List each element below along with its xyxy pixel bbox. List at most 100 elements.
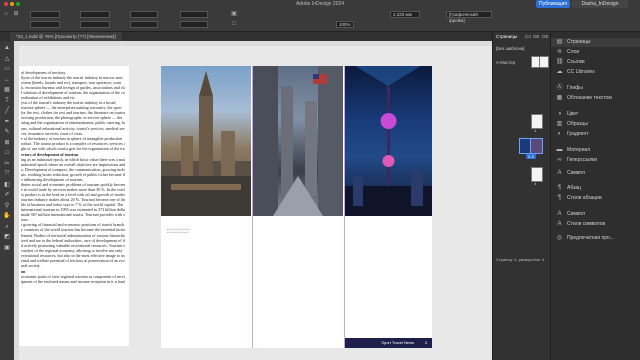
page-thumb-1[interactable] [531, 114, 543, 129]
page-thumb-4[interactable] [531, 167, 543, 182]
document-tab[interactable]: *24_1.indd @ 76% [Просмотр (??) [Увеличе… [10, 32, 122, 41]
rectangle-tool-icon[interactable]: □ [3, 150, 11, 157]
pasteboard[interactable]: of development of territory. ilysis of th… [19, 46, 492, 360]
direct-selection-tool-icon[interactable]: △ [3, 56, 11, 63]
master-a[interactable]: A-Мастер [496, 60, 515, 65]
stroke-swatch-icon[interactable]: □ [230, 21, 238, 28]
zoom-tool-icon[interactable]: ⌕ [3, 224, 11, 231]
text-page[interactable]: of development of territory. ilysis of th… [19, 66, 129, 346]
object-style-select[interactable]: [Графический фрейм] [446, 11, 492, 23]
page-spread[interactable]: ▪ ▪ ▪ ▪ ▪ ▪ ▪ ▪ ▪ ▪ ▪ ▪ ▪ ▪ ▪ ▪ ▪ ▪ ▪ ▪ … [161, 66, 432, 348]
pencil-tool-icon[interactable]: ✎ [3, 129, 11, 136]
paragraph-icon: ¶ [557, 185, 562, 191]
note-tool-icon[interactable]: ✐ [3, 192, 11, 199]
panel-item-layers[interactable]: ≋ Слои [551, 48, 640, 57]
selection-tool-icon[interactable]: ▲ [3, 45, 11, 52]
control-bar: ⌂ ⊞ ▣ □ 4,233 мм 100% [Графический фрейм… [0, 8, 640, 32]
master-thumb-right[interactable] [539, 56, 549, 68]
panel-item-label: Символ [567, 211, 586, 217]
panel-item-links[interactable]: ⛓ Ссылки [551, 58, 640, 67]
gap-tool-icon[interactable]: ↔ [3, 77, 11, 84]
panel-item-label: Цвет [567, 111, 579, 117]
tab-layers[interactable]: Сл [525, 34, 531, 39]
hand-tool-icon[interactable]: ✋ [3, 213, 11, 220]
panel-item-paragraph[interactable]: ¶ Абзац [551, 184, 640, 193]
panel-item-label: Страницы [567, 39, 591, 45]
photo-cathedral[interactable] [161, 66, 251, 216]
page-footer[interactable]: Sport Travel News 3 [345, 338, 432, 348]
city-street-illustration [253, 66, 343, 216]
panel-item-label: Предпечатная про... [567, 235, 614, 241]
rectangle-frame-tool-icon[interactable]: ⊠ [3, 140, 11, 147]
panel-item-character2[interactable]: A Символ [551, 210, 640, 219]
gradient-tool-icon[interactable]: ◧ [3, 182, 11, 189]
panel-item-label: Символ [567, 170, 586, 176]
tab-oe1[interactable]: ОЕ [533, 34, 540, 39]
character2-icon: A [557, 211, 562, 217]
tab-pages[interactable]: Страницы [496, 34, 517, 39]
panel-item-label: Гиперссылки [567, 157, 597, 163]
page-thumb-3[interactable] [530, 138, 543, 154]
shear-field[interactable] [180, 21, 208, 28]
text-line: e of the industry of tourism in sphere o… [21, 135, 123, 141]
rotation-field[interactable] [180, 11, 208, 18]
panel-item-material[interactable]: ▬ Материал [551, 146, 640, 155]
panel-item-character-styles[interactable]: A Стили символов [551, 220, 640, 229]
tv-tower-illustration [345, 66, 432, 216]
reference-point-icon[interactable]: ⊞ [12, 11, 20, 18]
column-guide [252, 66, 253, 348]
stroke-weight-field[interactable]: 4,233 мм [390, 11, 420, 18]
panel-item-color[interactable]: ◑ Цвет [551, 110, 640, 119]
page-tool-icon[interactable]: ▭ [3, 66, 11, 73]
caption-frame[interactable]: ▪ ▪ ▪ ▪ ▪ ▪ ▪ ▪ ▪ ▪ ▪ ▪ ▪ ▪ ▪ ▪ ▪ ▪ ▪ ▪ … [167, 228, 207, 234]
panel-item-glyphs[interactable]: Ⓐ Глифы [551, 84, 640, 93]
workspace-switcher[interactable]: Dasha_InDesign [572, 0, 628, 8]
panel-item-cc-libraries[interactable]: ☁ CC Libraries [551, 68, 640, 77]
cathedral-illustration [161, 71, 251, 216]
screen-mode-icon[interactable]: ▣ [3, 245, 11, 252]
photo-tv-tower[interactable] [345, 66, 432, 216]
fill-stroke-icon[interactable]: ◩ [3, 234, 11, 241]
pen-tool-icon[interactable]: ✒ [3, 119, 11, 126]
panel-item-hyperlinks[interactable]: ∞ Гиперссылки [551, 156, 640, 165]
tab-oe2[interactable]: ОЕ [542, 34, 549, 39]
text-frame[interactable]: of development of territory. ilysis of th… [21, 70, 125, 284]
panel-item-label: Ссылки [567, 59, 585, 65]
scissors-tool-icon[interactable]: ✂ [3, 161, 11, 168]
scale-x-field[interactable] [130, 11, 158, 18]
publish-button[interactable]: Публикация [536, 0, 570, 8]
type-tool-icon[interactable]: T [3, 98, 11, 105]
fill-swatch-icon[interactable]: ▣ [230, 11, 238, 18]
panel-item-text-wrap[interactable]: ▦ Обтекание текстом [551, 94, 640, 103]
width-field[interactable] [80, 11, 110, 18]
opacity-field[interactable]: 100% [336, 21, 354, 28]
scale-y-field[interactable] [130, 21, 158, 28]
home-icon[interactable]: ⌂ [2, 11, 10, 18]
paragraph-styles-icon: ¶ [557, 195, 562, 201]
panel-item-swatches[interactable]: ▥ Образцы [551, 120, 640, 129]
y-field[interactable] [30, 21, 60, 28]
eyedropper-tool-icon[interactable]: ⚲ [3, 203, 11, 210]
footer-title: Sport Travel News [381, 340, 414, 345]
panel-item-label: Стили символов [567, 221, 606, 227]
text-line: y countries of the world tourism has bec… [21, 227, 125, 233]
height-field[interactable] [80, 21, 110, 28]
none-master[interactable]: [Без шаблона] [496, 46, 524, 51]
x-field[interactable] [30, 11, 60, 18]
color-icon: ◑ [557, 111, 562, 117]
panel-item-pages[interactable]: ▤ Страницы [551, 38, 640, 47]
links-icon: ⛓ [556, 59, 564, 65]
text-line: ural society. [21, 262, 41, 268]
page-label-1: 1 [534, 128, 537, 133]
photo-skyscrapers[interactable] [253, 66, 343, 216]
free-transform-tool-icon[interactable]: ⤧ [3, 171, 11, 178]
collapsed-panels-dock: ▤ Страницы ≋ Слои ⛓ Ссылки ☁ CC Libraries Ⓐ Глифы… [550, 32, 640, 360]
text-line: aring and the organization of entertainm… [21, 120, 125, 126]
panel-item-character[interactable]: A Символ [551, 169, 640, 178]
panel-item-paragraph-styles[interactable]: ¶ Стили абзацев [551, 194, 640, 203]
content-collector-icon[interactable]: ▦ [3, 87, 11, 94]
text-line: d actively promoting valuable recreation… [21, 242, 125, 248]
panel-item-gradient[interactable]: ◐ Градиент [551, 130, 640, 139]
panel-item-preflight[interactable]: ◎ Предпечатная про... [551, 234, 640, 243]
line-tool-icon[interactable]: ╱ [3, 108, 11, 115]
